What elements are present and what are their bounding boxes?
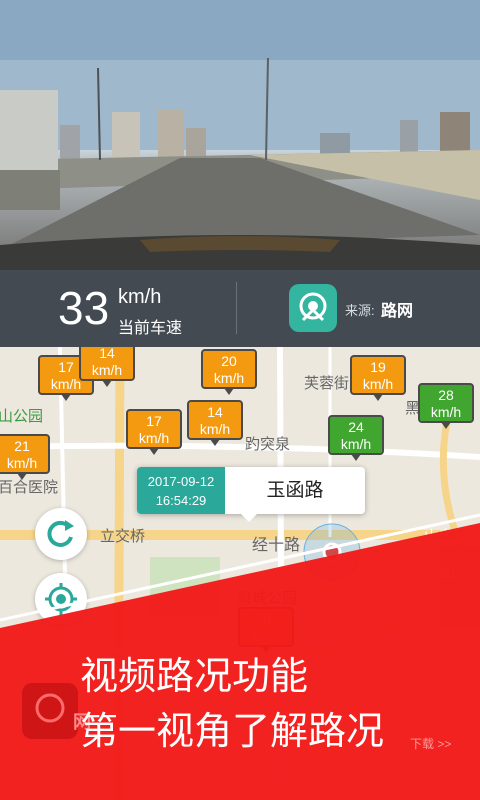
map-label: 千佛山 [410,565,456,582]
marker-speed: 17 [146,413,162,429]
marker-unit: km/h [213,370,245,386]
marker-speed: 24 [348,419,364,435]
road-network-logo-icon [289,284,337,332]
speed-panel-divider [236,282,237,334]
marker-unit: km/h [199,421,231,437]
traffic-speed-marker[interactable]: 31 km/h [238,607,294,653]
current-speed-unit: km/h [118,286,162,308]
map-label: 泉城公园 [237,590,298,607]
dashcam-video[interactable] [0,0,480,270]
popup-time: 16:54:29 [155,493,207,508]
locate-button[interactable] [35,573,87,625]
dashcam-scene [0,0,480,270]
marker-unit: km/h [250,628,282,644]
faded-download-link: 下载 >> [410,737,452,751]
traffic-speed-marker[interactable]: 24 km/h [328,415,384,461]
map-label: 立交桥 [100,528,146,545]
traffic-speed-marker[interactable]: 21 km/h [0,434,50,480]
marker-speed: 20 [221,353,237,369]
map-label: 趵突泉 [245,436,291,453]
marker-speed: 19 [370,359,386,375]
marker-unit: km/h [6,455,38,471]
marker-unit: km/h [91,362,123,378]
map-label: 山公园 [0,408,44,425]
promo-headline-2: 第一视角了解路况 [80,711,385,753]
popup-timestamp: 2017-09-12 16:54:29 [137,467,225,514]
traffic-speed-marker[interactable]: 28 km/h [418,383,474,429]
traffic-speed-marker[interactable]: 14 km/h [187,400,243,446]
current-speed-value: 33 [58,282,110,334]
marker-unit: km/h [340,436,372,452]
marker-speed: 14 [99,347,115,361]
map-label: 千佛山风景名胜 [357,650,463,667]
traffic-speed-marker[interactable]: 20 km/h [201,349,257,395]
refresh-button[interactable] [35,508,87,560]
marker-unit: km/h [430,404,462,420]
map-label: 经十路 [252,537,301,554]
marker-speed: 28 [438,387,454,403]
refresh-icon [47,520,74,547]
marker-speed: 21 [14,438,30,454]
traffic-speed-marker[interactable]: 14 km/h [79,347,135,387]
current-speed-label: 当前车速 [118,320,183,337]
traffic-speed-marker[interactable]: 19 km/h [350,355,406,401]
popup-road-name: 玉函路 [266,480,324,501]
map-label: 山东师范 [424,528,480,545]
source-prefix: 来源: [345,303,375,318]
marker-unit: km/h [138,430,170,446]
traffic-speed-marker[interactable]: 17 km/h [126,409,182,455]
popup-date: 2017-09-12 [147,474,215,489]
marker-speed: 14 [207,404,223,420]
map-label: 百合医院 [0,479,59,496]
map-label: 芙蓉街 [304,375,350,392]
marker-unit: km/h [362,376,394,392]
road-info-popup[interactable]: 2017-09-12 16:54:29 玉函路 [137,467,365,522]
promo-headline-1: 视频路况功能 [80,656,309,698]
locate-icon [45,583,77,615]
speed-panel: 33 km/h 当前车速 来源: 路网 [0,270,480,347]
source-name: 路网 [381,303,414,320]
marker-speed: 31 [258,611,274,627]
